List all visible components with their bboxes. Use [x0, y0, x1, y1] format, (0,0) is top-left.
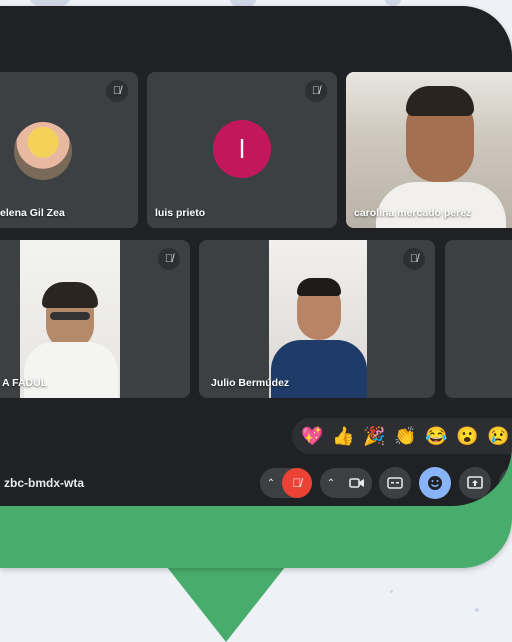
participant-name: A FADUL [2, 377, 48, 389]
mic-off-icon: 🎙̸ [158, 248, 180, 270]
reaction-heart[interactable]: 💖 [300, 426, 325, 447]
reaction-laugh[interactable]: 😂 [424, 426, 449, 447]
participant-tile[interactable]: 🎙̸ l luis prieto [147, 72, 337, 228]
reaction-surprised[interactable]: 😮 [455, 426, 480, 447]
participant-name: luis prieto [155, 207, 206, 219]
decor-dot [390, 590, 393, 593]
captions-button[interactable] [379, 467, 411, 499]
meeting-code: zbc-bmdx-wta [4, 476, 85, 490]
avatar-initial: l [213, 120, 271, 178]
emoji-icon [428, 476, 442, 490]
decor-dot [475, 608, 479, 612]
participant-video [269, 240, 367, 398]
mic-off-icon: 🎙̸ [292, 476, 302, 490]
chevron-up-icon[interactable]: ⌃ [260, 478, 282, 489]
reaction-sad[interactable]: 😢 [486, 426, 511, 447]
participant-tile[interactable] [445, 240, 512, 398]
reactions-bar: 💖 👍 🎉 👏 😂 😮 😢 [292, 418, 512, 454]
participant-tile[interactable]: 🎙̸ A FADUL [0, 240, 190, 398]
participant-video [346, 72, 512, 228]
participant-tile[interactable]: 🎙̸ elena Gil Zea [0, 72, 138, 228]
mic-toggle-button[interactable]: 🎙̸ [282, 468, 312, 498]
mic-off-icon: 🎙̸ [305, 80, 327, 102]
participant-name: Julio Bermúdez [211, 377, 290, 389]
present-button[interactable] [459, 467, 491, 499]
camera-icon [349, 478, 364, 488]
meeting-controls-bar: zbc-bmdx-wta ⌃ 🎙̸ ⌃ [0, 456, 512, 506]
captions-icon [387, 477, 403, 489]
reaction-clap[interactable]: 👏 [393, 426, 418, 447]
mic-off-icon: 🎙̸ [403, 248, 425, 270]
speech-bubble-tail [163, 562, 289, 642]
participant-tile-active[interactable]: carolina mercado perez [346, 72, 512, 228]
raise-hand-button[interactable]: ✋ [499, 467, 512, 499]
speech-bubble-frame: 🎙̸ elena Gil Zea 🎙̸ l luis prieto caroli… [0, 6, 512, 568]
present-icon [467, 476, 483, 489]
reaction-party[interactable]: 🎉 [362, 426, 387, 447]
meet-window: 🎙̸ elena Gil Zea 🎙̸ l luis prieto caroli… [0, 6, 512, 506]
mic-control-group: ⌃ 🎙̸ [260, 468, 312, 498]
raise-hand-icon: ✋ [506, 475, 512, 492]
reaction-thumbs-up[interactable]: 👍 [331, 426, 356, 447]
participant-video [20, 240, 120, 398]
participant-avatar-photo [14, 122, 72, 180]
participant-name: elena Gil Zea [0, 207, 65, 219]
emoji-reactions-button[interactable] [419, 467, 451, 499]
chevron-up-icon[interactable]: ⌃ [320, 478, 342, 489]
participant-name: carolina mercado perez [354, 207, 472, 219]
mic-off-icon: 🎙̸ [106, 80, 128, 102]
participant-tile[interactable]: 🎙̸ Julio Bermúdez [199, 240, 435, 398]
camera-toggle-button[interactable] [342, 468, 372, 498]
camera-control-group: ⌃ [320, 468, 372, 498]
